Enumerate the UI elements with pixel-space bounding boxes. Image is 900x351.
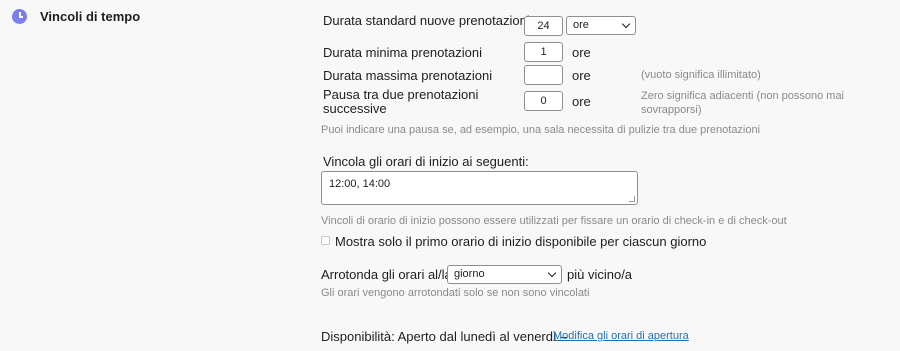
edit-opening-hours-link[interactable]: Modifica gli orari di apertura [553,330,689,342]
pause-description: Puoi indicare una pausa se, ad esempio, … [321,124,761,136]
rounding-label-after: più vicino/a [567,267,633,282]
rounding-select-value: giorno [454,268,485,280]
start-times-textarea[interactable]: 12:00, 14:00 [321,171,638,205]
section-header: Vincoli di tempo [12,9,140,24]
pause-unit: ore [572,94,591,109]
first-only-label: Mostra solo il primo orario di inizio di… [335,234,707,249]
section-title: Vincoli di tempo [40,9,141,24]
pause-label-line2: successive [323,101,387,116]
chevron-down-icon [547,268,557,278]
start-times-label: Vincola gli orari di inizio ai seguenti: [323,154,529,169]
rounding-label-before: Arrotonda gli orari al/la [321,267,452,282]
pause-help-line1: Zero significa adiacenti (non possono ma… [641,90,845,102]
start-times-value: 12:00, 14:00 [329,178,391,190]
max-duration-unit: ore [572,68,591,83]
chevron-down-icon [621,19,631,29]
availability-text: Disponibilità: Aperto dal lunedì al vene… [321,329,568,344]
min-duration-input[interactable] [524,42,563,62]
max-duration-help: (vuoto significa illimitato) [641,69,761,81]
rounding-select[interactable]: giorno [447,265,562,284]
default-duration-label: Durata standard nuove prenotazioni [323,13,530,28]
rounding-help: Gli orari vengono arrotondati solo se no… [321,287,590,299]
clock-icon [12,9,27,24]
min-duration-label: Durata minima prenotazioni [323,45,482,60]
max-duration-label: Durata massima prenotazioni [323,68,493,83]
max-duration-input[interactable] [524,65,563,85]
pause-label-line1: Pausa tra due prenotazioni [323,87,479,102]
resize-handle-icon[interactable] [629,196,635,202]
start-times-help: Vincoli di orario di inizio possono esse… [321,215,787,227]
pause-help: Zero significa adiacenti (non possono ma… [641,89,844,117]
min-duration-unit: ore [572,45,591,60]
default-duration-input[interactable] [524,16,563,36]
default-duration-unit-value: ore [573,19,589,31]
pause-label: Pausa tra due prenotazioni successive [323,88,478,116]
pause-input[interactable] [524,91,563,111]
pause-help-line2: sovrapporsi) [641,104,702,116]
first-only-checkbox[interactable] [321,236,330,245]
default-duration-unit-select[interactable]: ore [566,16,636,35]
